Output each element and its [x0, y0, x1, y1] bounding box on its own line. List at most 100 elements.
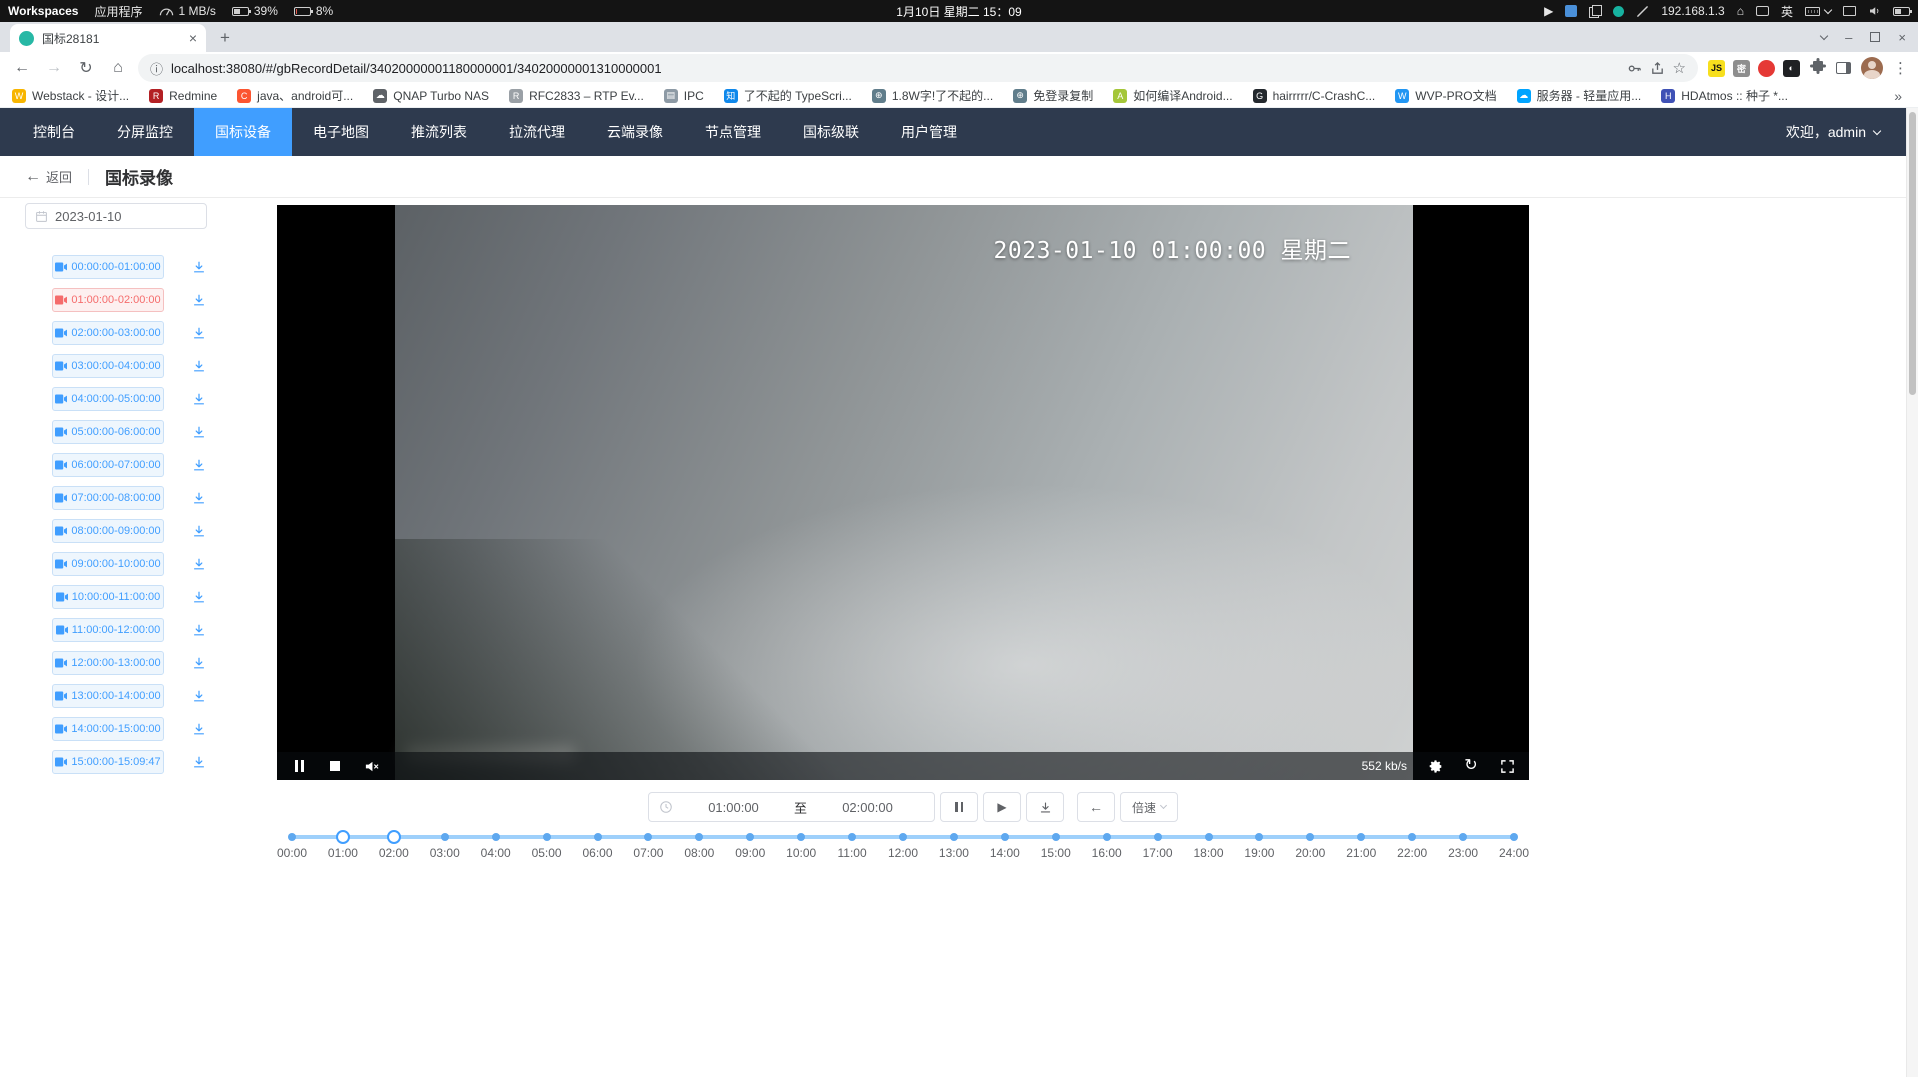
timeline-dot[interactable] — [1052, 833, 1060, 841]
player-stop-icon[interactable] — [327, 758, 343, 774]
timeline-dot[interactable] — [387, 830, 401, 844]
download-icon[interactable] — [191, 589, 207, 605]
nav-item[interactable]: 控制台 — [12, 108, 96, 156]
extensions-puzzle-icon[interactable] — [1810, 58, 1826, 79]
page-scrollbar[interactable] — [1906, 108, 1918, 1077]
bookmark-item[interactable]: C java、android可... — [237, 87, 353, 104]
timeline-dot[interactable] — [441, 833, 449, 841]
reload-button[interactable]: ↻ — [74, 56, 98, 80]
timeline-dot[interactable] — [899, 833, 907, 841]
window-maximize-button[interactable] — [1870, 32, 1880, 42]
download-icon[interactable] — [191, 721, 207, 737]
timeline-dot[interactable] — [594, 833, 602, 841]
timeline-dot[interactable] — [695, 833, 703, 841]
download-icon[interactable] — [191, 655, 207, 671]
timeline-dot[interactable] — [1205, 833, 1213, 841]
timeline-dot[interactable] — [336, 830, 350, 844]
record-segment-button[interactable]: 01:00:00-02:00:00 — [52, 288, 164, 312]
play-button[interactable]: ▶ — [983, 792, 1021, 822]
player-mute-icon[interactable] — [363, 758, 379, 774]
timeline-dot[interactable] — [1306, 833, 1314, 841]
download-icon[interactable] — [191, 688, 207, 704]
download-icon[interactable] — [191, 391, 207, 407]
bookmark-item[interactable]: ⊕ 免登录复制 — [1013, 87, 1093, 104]
download-icon[interactable] — [191, 523, 207, 539]
record-segment-button[interactable]: 00:00:00-01:00:00 — [52, 255, 164, 279]
download-icon[interactable] — [191, 325, 207, 341]
player-fullscreen-icon[interactable] — [1499, 758, 1515, 774]
display-icon[interactable] — [1843, 6, 1856, 16]
record-segment-button[interactable]: 08:00:00-09:00:00 — [52, 519, 164, 543]
password-key-icon[interactable] — [1627, 61, 1642, 76]
record-segment-button[interactable]: 04:00:00-05:00:00 — [52, 387, 164, 411]
nav-item[interactable]: 分屏监控 — [96, 108, 194, 156]
input-language-indicator[interactable]: 英 — [1781, 3, 1793, 20]
clipboard-icon[interactable] — [1589, 5, 1601, 17]
timeline-dot[interactable] — [1103, 833, 1111, 841]
nav-item[interactable]: 用户管理 — [880, 108, 978, 156]
timeline-dot[interactable] — [492, 833, 500, 841]
record-segment-button[interactable]: 15:00:00-15:09:47 — [52, 750, 164, 774]
tray-battery-icon[interactable] — [1893, 7, 1910, 16]
timeline-dot[interactable] — [644, 833, 652, 841]
bookmark-item[interactable]: R Redmine — [149, 89, 217, 103]
record-segment-button[interactable]: 10:00:00-11:00:00 — [52, 585, 164, 609]
pause-button[interactable] — [940, 792, 978, 822]
tools-icon[interactable] — [1636, 5, 1649, 18]
site-info-icon[interactable]: ⓘ — [150, 59, 163, 78]
record-segment-button[interactable]: 12:00:00-13:00:00 — [52, 651, 164, 675]
download-icon[interactable] — [191, 358, 207, 374]
player-settings-gear-icon[interactable] — [1427, 758, 1443, 774]
forward-button[interactable]: → — [42, 56, 66, 80]
bookmark-item[interactable]: R RFC2833 – RTP Ev... — [509, 89, 644, 103]
time-range-input[interactable]: 01:00:00 至 02:00:00 — [648, 792, 935, 822]
timeline-dot[interactable] — [1357, 833, 1365, 841]
download-icon[interactable] — [191, 259, 207, 275]
bookmark-item[interactable]: 知 了不起的 TypeScri... — [724, 87, 852, 104]
workspaces-button[interactable]: Workspaces — [8, 4, 78, 18]
extension-icon[interactable]: JS — [1708, 60, 1725, 77]
download-icon[interactable] — [191, 292, 207, 308]
record-segment-button[interactable]: 03:00:00-04:00:00 — [52, 354, 164, 378]
timeline-dot[interactable] — [1154, 833, 1162, 841]
bookmark-item[interactable]: A 如何编译Android... — [1113, 87, 1232, 104]
range-start-time[interactable]: 01:00:00 — [677, 800, 790, 815]
url-bar[interactable]: ⓘ localhost:38080/#/gbRecordDetail/34020… — [138, 54, 1698, 82]
download-icon[interactable] — [191, 457, 207, 473]
rewind-button[interactable]: ← — [1077, 792, 1115, 822]
bookmark-item[interactable]: ⊕ 1.8W字!了不起的... — [872, 87, 993, 104]
ip-address-indicator[interactable]: 192.168.1.3 — [1661, 4, 1724, 18]
share-icon[interactable] — [1650, 61, 1665, 76]
nav-item[interactable]: 国标级联 — [782, 108, 880, 156]
record-segment-button[interactable]: 13:00:00-14:00:00 — [52, 684, 164, 708]
download-icon[interactable] — [191, 556, 207, 572]
record-segment-button[interactable]: 05:00:00-06:00:00 — [52, 420, 164, 444]
browser-home-button[interactable]: ⌂ — [106, 56, 130, 80]
download-icon[interactable] — [191, 622, 207, 638]
side-panel-icon[interactable] — [1836, 62, 1851, 74]
browser-tab[interactable]: 国标28181 × — [10, 24, 206, 52]
app-indicator-icon[interactable] — [1565, 5, 1577, 17]
download-icon[interactable] — [191, 424, 207, 440]
record-segment-button[interactable]: 02:00:00-03:00:00 — [52, 321, 164, 345]
notification-icon[interactable] — [1756, 6, 1769, 16]
user-menu[interactable]: 欢迎，admin — [1786, 122, 1880, 142]
nav-item[interactable]: 节点管理 — [684, 108, 782, 156]
status-dot-icon[interactable] — [1613, 6, 1624, 17]
timeline-dot[interactable] — [543, 833, 551, 841]
media-play-icon[interactable]: ▶ — [1544, 5, 1553, 17]
bookmark-item[interactable]: H HDAtmos :: 种子 *... — [1661, 87, 1788, 104]
date-picker-input[interactable]: 2023-01-10 — [25, 203, 207, 229]
back-link[interactable]: ← 返回 — [25, 167, 72, 186]
record-segment-button[interactable]: 07:00:00-08:00:00 — [52, 486, 164, 510]
applications-menu-button[interactable]: 应用程序 — [94, 3, 142, 20]
nav-item[interactable]: 推流列表 — [390, 108, 488, 156]
window-close-button[interactable]: × — [1898, 30, 1906, 45]
bookmark-item[interactable]: W Webstack - 设计... — [12, 87, 129, 104]
scrollbar-thumb[interactable] — [1909, 112, 1916, 395]
download-button[interactable] — [1026, 792, 1064, 822]
bookmark-item[interactable]: W WVP-PRO文档 — [1395, 87, 1496, 104]
tab-close-icon[interactable]: × — [189, 31, 197, 45]
bookmarks-overflow-icon[interactable]: » — [1890, 88, 1906, 104]
nav-item[interactable]: 拉流代理 — [488, 108, 586, 156]
